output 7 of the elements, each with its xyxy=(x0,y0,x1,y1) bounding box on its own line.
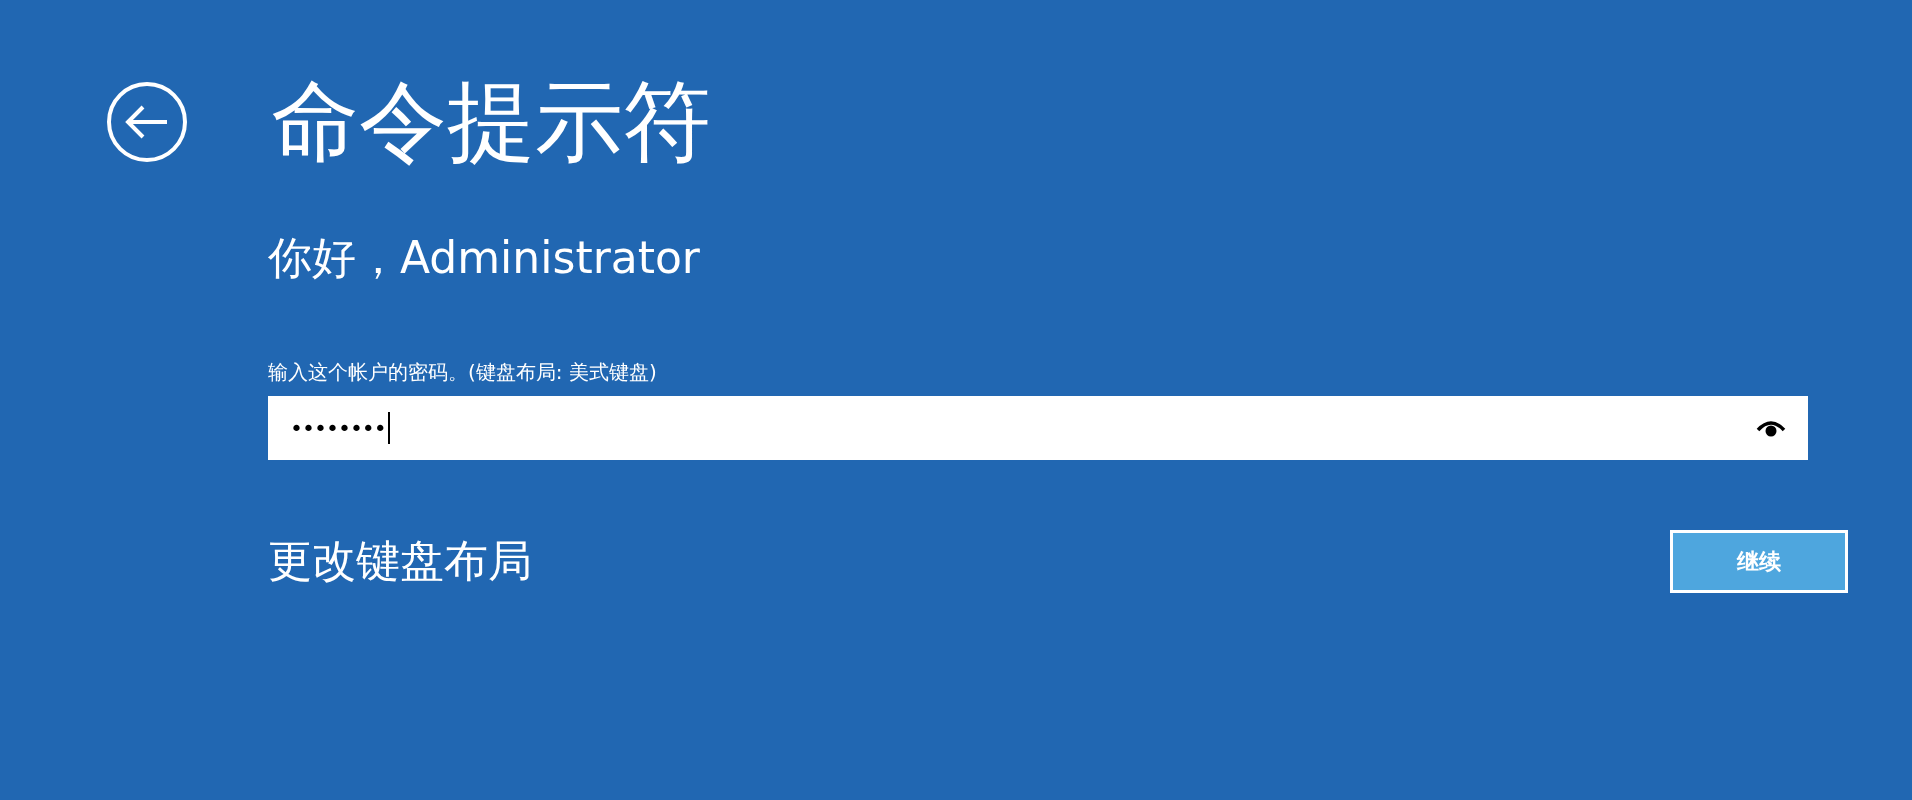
back-icon[interactable] xyxy=(105,80,189,164)
greeting-text: 你好，Administrator xyxy=(268,234,701,283)
change-layout-link[interactable]: 更改键盘布局 xyxy=(268,532,532,592)
page-title: 命令提示符 xyxy=(271,78,711,166)
eye-icon[interactable] xyxy=(1756,418,1786,439)
password-label: 输入这个帐户的密码。(键盘布局: 美式键盘) xyxy=(268,360,658,385)
password-field[interactable]: •••••••• xyxy=(268,396,1808,461)
